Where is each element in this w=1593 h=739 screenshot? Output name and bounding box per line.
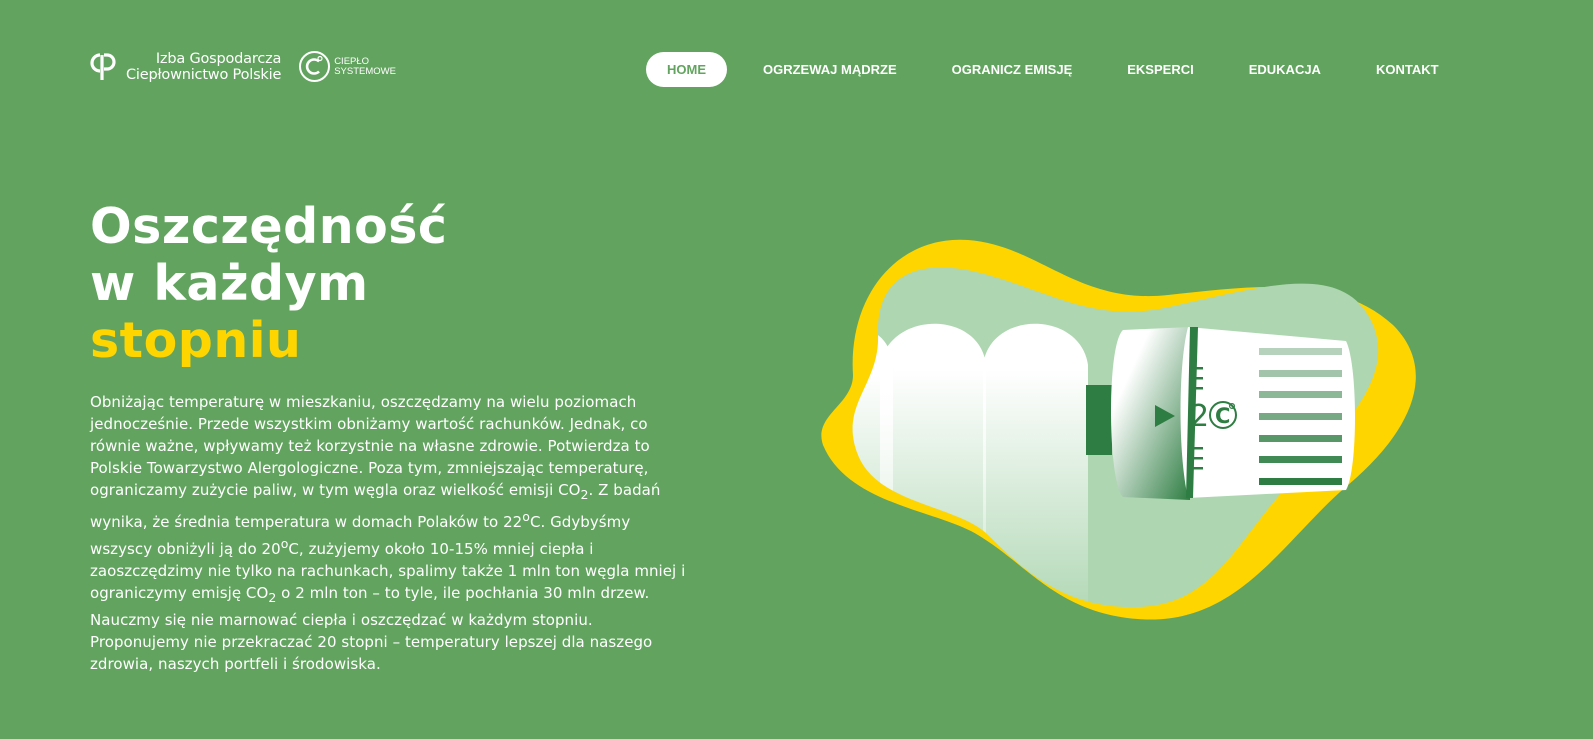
org-name-line2: Ciepłownictwo Polskie: [126, 66, 282, 83]
thermostat-value: 2: [1190, 399, 1209, 434]
nav-kontakt[interactable]: KONTAKT: [1376, 53, 1439, 86]
main-nav: HOME OGRZEWAJ MĄDRZE OGRANICZ EMISJĘ EKS…: [646, 52, 1439, 87]
partner-name: CIEPŁO SYSTEMOWE: [334, 55, 396, 77]
intro-paragraph-2: Nauczmy się nie marnować ciepła i oszczę…: [90, 611, 653, 673]
brand-logos: Izba Gospodarcza Ciepłownictwo Polskie C…: [90, 50, 396, 83]
cieplo-systemowe-icon: [299, 51, 331, 82]
thermostat-knob: [1110, 327, 1190, 500]
degree-superscript: o: [522, 509, 530, 524]
hero-title-accent: stopniu: [90, 312, 302, 369]
hero-title-line2: w każdym: [90, 255, 369, 312]
partner-name-line1: CIEPŁO: [334, 55, 370, 67]
org-name: Izba Gospodarcza Ciepłownictwo Polskie: [126, 51, 281, 83]
intro-paragraph-1: Obniżając temperaturę w mieszkaniu, oszc…: [90, 391, 690, 609]
co2-subscript: 2: [580, 487, 589, 502]
hero-title: Oszczędność w każdym stopniu: [90, 198, 447, 369]
nav-edukacja[interactable]: EDUKACJA: [1249, 53, 1321, 86]
hero-title-line1: Oszczędność: [90, 198, 448, 255]
radiator-thermostat-illustration: 2 C: [821, 239, 1416, 620]
igcp-logo-icon[interactable]: [90, 51, 122, 83]
hero-intro: Obniżając temperaturę w mieszkaniu, oszc…: [90, 391, 690, 675]
org-name-line1: Izba Gospodarcza: [155, 50, 282, 67]
thermostat-unit: C: [1215, 404, 1230, 428]
intro-text-a: Obniżając temperaturę w mieszkaniu, oszc…: [90, 393, 650, 499]
nav-ogrzewaj-madrze[interactable]: OGRZEWAJ MĄDRZE: [763, 53, 897, 86]
nav-ogranicz-emisje[interactable]: OGRANICZ EMISJĘ: [952, 53, 1073, 86]
valve-pipe: [1086, 385, 1112, 455]
partner-name-line2: SYSTEMOWE: [334, 65, 396, 77]
nav-eksperci[interactable]: EKSPERCI: [1127, 53, 1193, 86]
intro-text-e: o 2 mln ton – to tyle, ile pochłania 30 …: [276, 584, 650, 602]
cieplo-systemowe-logo[interactable]: CIEPŁO SYSTEMOWE: [298, 50, 396, 83]
nav-home[interactable]: HOME: [646, 52, 727, 87]
